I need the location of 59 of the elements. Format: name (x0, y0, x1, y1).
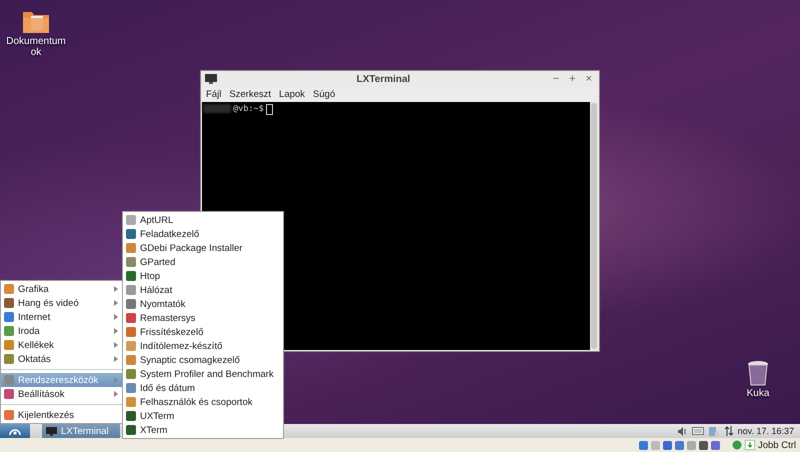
text-cursor (266, 104, 273, 115)
host-key-label: Jobb Ctrl (758, 440, 796, 450)
down-arrow-icon[interactable] (744, 440, 755, 450)
menu-item[interactable]: Idő és dátum (123, 381, 283, 395)
window-control-button[interactable]: + (566, 73, 579, 85)
menu-item[interactable]: Iroda (1, 324, 122, 338)
trash-can-icon (747, 360, 769, 386)
menu-item[interactable]: Szerkeszt (226, 89, 274, 100)
menu-item[interactable]: GParted (123, 255, 283, 269)
submenu-arrow-icon (114, 300, 118, 306)
menu-item[interactable]: Oktatás (1, 352, 122, 366)
submenu-arrow-icon (114, 314, 118, 320)
app-icon (4, 410, 14, 420)
menu-item[interactable]: System Profiler and Benchmark (123, 367, 283, 381)
monitor-icon (205, 74, 217, 84)
desktop-icon-label[interactable]: Dokumentum ok (6, 36, 66, 58)
menu-item[interactable]: Indítólemez-készítő (123, 339, 283, 353)
menu-item[interactable]: Kijelentkezés (1, 408, 122, 422)
menu-item[interactable]: Htop (123, 269, 283, 283)
menu-item[interactable]: Remastersys (123, 311, 283, 325)
menu-item[interactable]: Lapok (276, 89, 308, 100)
menu-item[interactable]: AptURL (123, 213, 283, 227)
shell-prompt: @vb:~$ (233, 104, 264, 114)
submenu-arrow-icon (114, 356, 118, 362)
clipboard-icon[interactable] (708, 426, 720, 436)
submenu-arrow-icon (114, 328, 118, 334)
menu-item[interactable]: Nyomtatók (123, 297, 283, 311)
window-title: LXTerminal (355, 74, 412, 84)
menu-item[interactable]: Grafika (1, 282, 122, 296)
window-control-button[interactable]: − (550, 73, 562, 85)
submenu-arrow-icon (114, 286, 118, 292)
submenu-arrow-icon (114, 377, 118, 383)
keyboard-icon[interactable] (692, 427, 704, 435)
blurred-username (203, 104, 231, 113)
submenu-arrow-icon (114, 342, 118, 348)
menu-item[interactable]: Feladatkezelő (123, 227, 283, 241)
menu-item[interactable]: Beállítások (1, 387, 122, 401)
menu-item[interactable]: Synaptic csomagkezelő (123, 353, 283, 367)
network-arrows-icon[interactable] (724, 426, 734, 436)
globe-icon[interactable] (732, 440, 742, 450)
menu-item[interactable]: GDebi Package Installer (123, 241, 283, 255)
menu-item[interactable]: Felhasználók és csoportok (123, 395, 283, 409)
menu-item[interactable]: Súgó (310, 89, 338, 100)
clock[interactable]: nov. 17. 16:37 (738, 426, 800, 436)
menu-item[interactable]: UXTerm (123, 409, 283, 423)
window-control-button[interactable]: × (582, 73, 595, 85)
menu-item[interactable]: Kellékek (1, 338, 122, 352)
menu-item[interactable]: Fájl (203, 89, 224, 100)
speaker-icon[interactable] (678, 426, 688, 436)
monitor-icon (46, 426, 57, 436)
menu-item[interactable]: Frissítéskezelő (123, 325, 283, 339)
menu-item[interactable]: Hang és videó (1, 296, 122, 310)
desktop-icon-label[interactable]: Kuka (728, 388, 788, 399)
menu-item[interactable]: Hálózat (123, 283, 283, 297)
start-button[interactable] (0, 424, 30, 438)
menu-item[interactable]: XTerm (123, 423, 283, 437)
scrollbar[interactable] (590, 102, 598, 350)
submenu-arrow-icon (114, 391, 118, 397)
menu-item[interactable]: Internet (1, 310, 122, 324)
